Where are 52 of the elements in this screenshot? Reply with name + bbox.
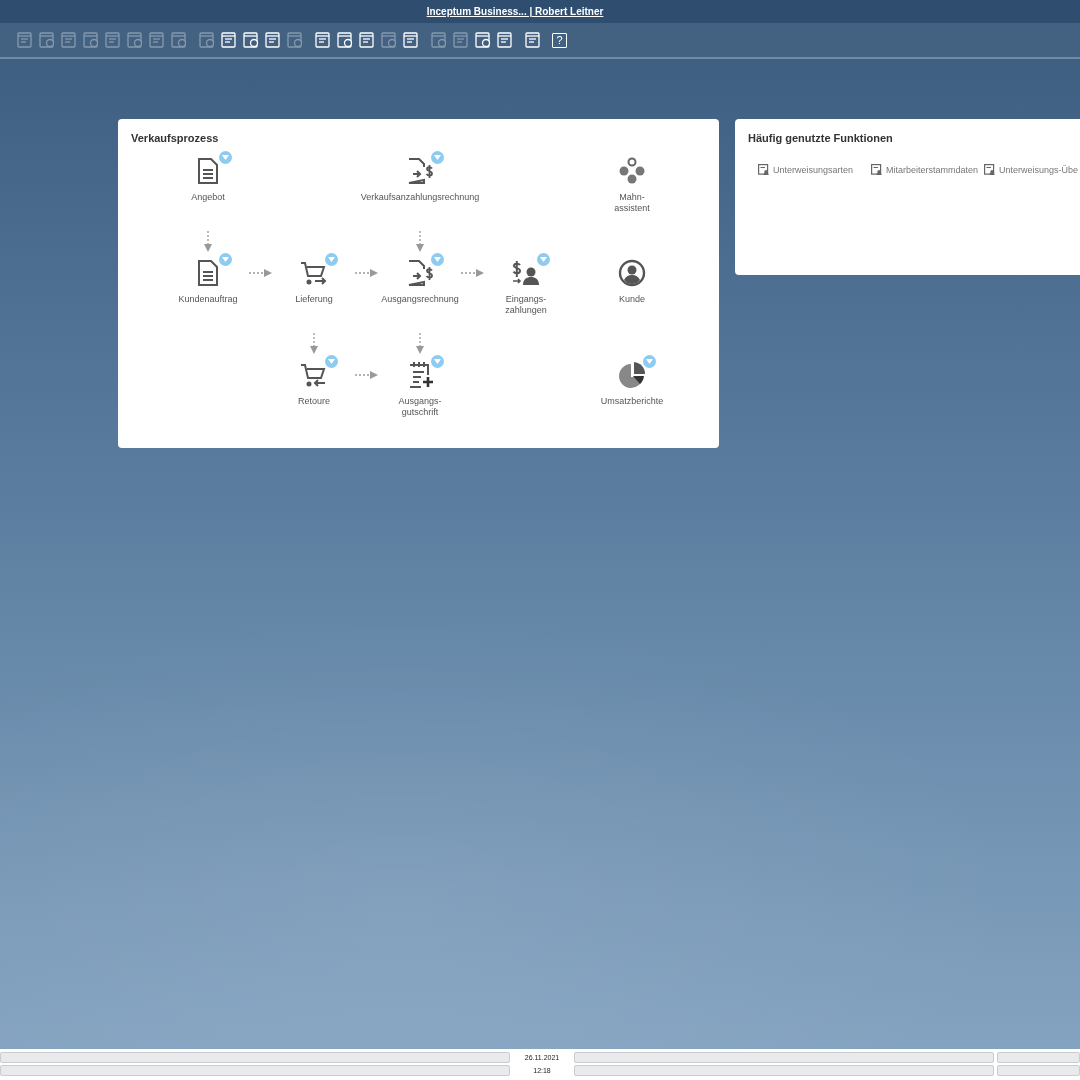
arrow-right (461, 269, 485, 277)
toolbar-button[interactable]: ? (552, 32, 567, 48)
form-user-icon (758, 164, 769, 175)
arrow-right (249, 269, 273, 277)
arrow-right (355, 371, 379, 379)
process-step-label[interactable]: Eingangs- zahlungen (505, 294, 547, 316)
toolbar-button[interactable] (336, 30, 354, 50)
dropdown-badge[interactable] (219, 151, 232, 164)
dropdown-badge[interactable] (431, 355, 444, 368)
toolbar-button[interactable] (264, 30, 282, 50)
toolbar-button[interactable] (314, 30, 332, 50)
arrow-down (310, 333, 318, 355)
arrow-down (204, 231, 212, 253)
window-title[interactable]: Inceptum Business... | Robert Leitner (426, 6, 604, 17)
dropdown-badge[interactable] (325, 253, 338, 266)
circles-icon[interactable] (617, 156, 647, 186)
process-step-label[interactable]: Kunde (619, 294, 645, 305)
user-icon[interactable] (617, 258, 647, 288)
dropdown-badge[interactable] (219, 253, 232, 266)
function-link[interactable]: Unterweisungs-Übe (984, 164, 1079, 175)
toolbar-button[interactable] (220, 30, 238, 50)
pie-chart-icon[interactable] (617, 360, 647, 390)
dropdown-badge[interactable] (431, 151, 444, 164)
dropdown-badge[interactable] (325, 355, 338, 368)
toolbar-button[interactable] (524, 30, 542, 50)
dropdown-badge[interactable] (643, 355, 656, 368)
process-step-label[interactable]: Ausgangs- gutschrift (398, 396, 442, 418)
dropdown-badge[interactable] (537, 253, 550, 266)
process-step-label[interactable]: Umsatzberichte (600, 396, 664, 407)
process-step-label[interactable]: Mahn- assistent (614, 192, 650, 214)
process-step-label[interactable]: Retoure (298, 396, 330, 407)
process-step-label[interactable]: Lieferung (295, 294, 333, 305)
function-link[interactable]: Mitarbeiterstammdaten (871, 164, 979, 175)
function-link[interactable]: Unterweisungsarten (758, 164, 854, 175)
form-user-icon (871, 164, 883, 175)
arrow-right (355, 269, 379, 277)
arrow-down (416, 333, 424, 355)
form-user-icon (984, 164, 996, 175)
toolbar-button[interactable] (474, 30, 492, 50)
dollar-person-icon[interactable] (511, 258, 541, 288)
toolbar-button[interactable] (496, 30, 514, 50)
arrow-down (416, 231, 424, 253)
process-step-label[interactable]: Kundenauftrag (178, 294, 238, 305)
toolbar-button[interactable] (402, 30, 420, 50)
process-step-label[interactable]: Verkaufsanzahlungsrechnung (360, 192, 480, 203)
toolbar-button[interactable] (358, 30, 376, 50)
toolbar-button[interactable] (242, 30, 260, 50)
dropdown-badge[interactable] (431, 253, 444, 266)
card-title: Häufig genutzte Funktionen (748, 132, 894, 144)
process-step-label[interactable]: Ausgangsrechnung (381, 294, 459, 305)
card-title: Verkaufsprozess (131, 132, 220, 144)
process-step-label[interactable]: Angebot (191, 192, 225, 203)
